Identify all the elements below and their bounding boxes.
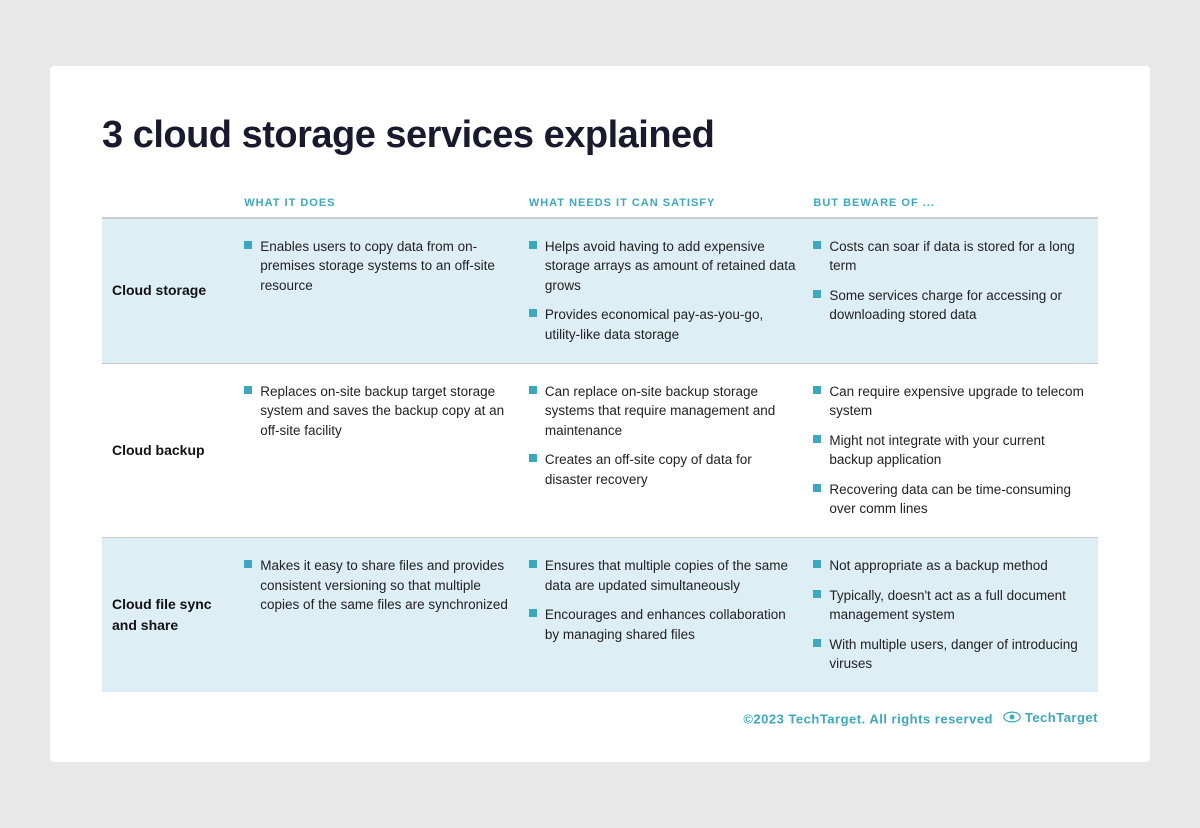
list-item-text: Creates an off-site copy of data for dis… [545,450,800,489]
comparison-table: What it does What needs it can satisfy B… [102,189,1098,692]
col-header-empty [102,189,244,218]
table-row: Cloud file sync and share Makes it easy t… [102,537,1098,691]
bullet-icon [529,386,537,394]
bullet-icon [813,484,821,492]
list-item: Helps avoid having to add expensive stor… [529,237,800,296]
list-item-text: Provides economical pay-as-you-go, utili… [545,305,800,344]
list-item-text: Ensures that multiple copies of the same… [545,556,800,595]
list-item-text: Makes it easy to share files and provide… [260,556,515,615]
row-does: Makes it easy to share files and provide… [244,537,529,691]
bullet-icon [813,290,821,298]
footer-brand: TechTarget [1003,710,1098,725]
main-card: 3 cloud storage services explained What … [50,66,1150,763]
row-needs: Can replace on-site backup storage syste… [529,363,814,537]
list-item: Enables users to copy data from on-premi… [244,237,515,296]
table-row: Cloud backup Replaces on-site backup targ… [102,363,1098,537]
list-item-text: Recovering data can be time-consuming ov… [829,480,1084,519]
list-item-text: Might not integrate with your current ba… [829,431,1084,470]
row-beware: Not appropriate as a backup method Typica… [813,537,1098,691]
list-item-text: Enables users to copy data from on-premi… [260,237,515,296]
list-item-text: With multiple users, danger of introduci… [829,635,1084,674]
bullet-icon [244,386,252,394]
list-item-text: Not appropriate as a backup method [829,556,1047,576]
list-item: Makes it easy to share files and provide… [244,556,515,615]
list-item: Can replace on-site backup storage syste… [529,382,800,441]
list-item-text: Can require expensive upgrade to telecom… [829,382,1084,421]
bullet-icon [244,241,252,249]
row-beware: Can require expensive upgrade to telecom… [813,363,1098,537]
list-item: Can require expensive upgrade to telecom… [813,382,1084,421]
list-item: Recovering data can be time-consuming ov… [813,480,1084,519]
row-does: Replaces on-site backup target storage s… [244,363,529,537]
list-item-text: Can replace on-site backup storage syste… [545,382,800,441]
col-header-beware: But beware of ... [813,189,1098,218]
row-needs: Helps avoid having to add expensive stor… [529,218,814,363]
col-header-needs: What needs it can satisfy [529,189,814,218]
row-label: Cloud backup [102,363,244,537]
col-header-does: What it does [244,189,529,218]
list-item: Ensures that multiple copies of the same… [529,556,800,595]
bullet-icon [813,386,821,394]
bullet-icon [813,639,821,647]
list-item: Encourages and enhances collaboration by… [529,605,800,644]
list-item: With multiple users, danger of introduci… [813,635,1084,674]
list-item-text: Helps avoid having to add expensive stor… [545,237,800,296]
bullet-icon [529,309,537,317]
footer-copyright: ©2023 TechTarget. All rights reserved [743,711,993,726]
list-item-text: Encourages and enhances collaboration by… [545,605,800,644]
list-item: Creates an off-site copy of data for dis… [529,450,800,489]
list-item: Might not integrate with your current ba… [813,431,1084,470]
list-item-text: Some services charge for accessing or do… [829,286,1084,325]
list-item: Typically, doesn't act as a full documen… [813,586,1084,625]
list-item-text: Typically, doesn't act as a full documen… [829,586,1084,625]
bullet-icon [813,435,821,443]
bullet-icon [529,241,537,249]
bullet-icon [813,590,821,598]
list-item-text: Costs can soar if data is stored for a l… [829,237,1084,276]
bullet-icon [529,560,537,568]
list-item: Not appropriate as a backup method [813,556,1084,576]
list-item: Costs can soar if data is stored for a l… [813,237,1084,276]
list-item: Replaces on-site backup target storage s… [244,382,515,441]
techtarget-eye-icon [1003,711,1021,723]
row-label: Cloud file sync and share [102,537,244,691]
bullet-icon [813,241,821,249]
bullet-icon [813,560,821,568]
bullet-icon [529,609,537,617]
row-label: Cloud storage [102,218,244,363]
bullet-icon [244,560,252,568]
table-row: Cloud storage Enables users to copy data … [102,218,1098,363]
row-does: Enables users to copy data from on-premi… [244,218,529,363]
row-beware: Costs can soar if data is stored for a l… [813,218,1098,363]
list-item-text: Replaces on-site backup target storage s… [260,382,515,441]
bullet-icon [529,454,537,462]
list-item: Some services charge for accessing or do… [813,286,1084,325]
list-item: Provides economical pay-as-you-go, utili… [529,305,800,344]
page-title: 3 cloud storage services explained [102,114,1098,157]
brand-name: TechTarget [1025,710,1098,725]
row-needs: Ensures that multiple copies of the same… [529,537,814,691]
footer: ©2023 TechTarget. All rights reserved Te… [102,710,1098,727]
